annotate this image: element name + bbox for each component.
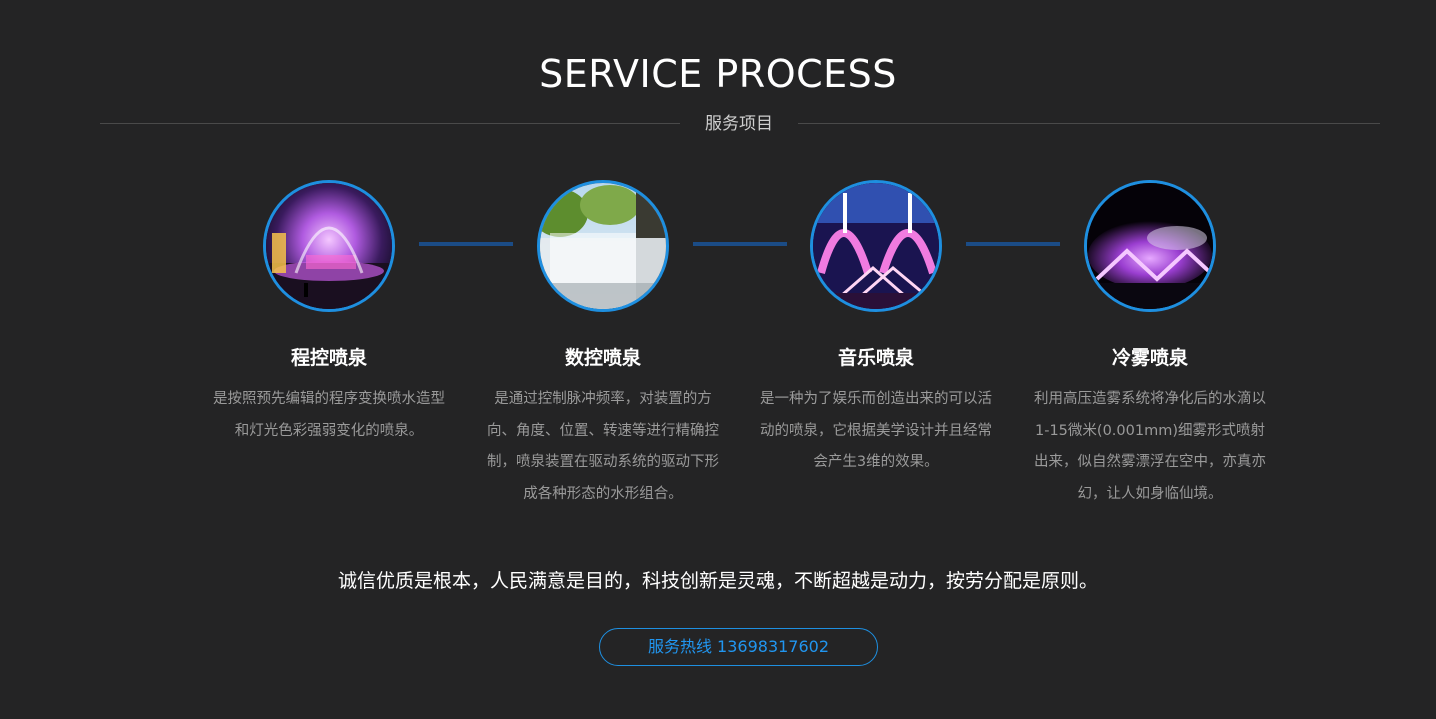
service-description: 利用高压造雾系统将净化后的水滴以1-15微米(0.001mm)细雾形式喷射出来，… [1034, 391, 1266, 502]
service-description: 是一种为了娱乐而创造出来的可以活动的喷泉，它根据美学设计并且经常会产生3维的效果… [760, 391, 992, 470]
service-process-section: SERVICE PROCESS 服务项目 程控喷泉 是按照预先编辑的程序变换喷水… [0, 0, 1436, 719]
process-connector [419, 242, 513, 246]
musical-light-fountain-photo [810, 180, 942, 312]
service-title: 音乐喷泉 [837, 347, 914, 369]
cold-mist-fountain-photo [1084, 180, 1216, 312]
service-hotline-button[interactable]: 服务热线 13698317602 [599, 628, 878, 666]
service-description: 是通过控制脉冲频率，对装置的方向、角度、位置、转速等进行精确控制，喷泉装置在驱动… [487, 391, 719, 502]
subtitle-row: 服务项目 [100, 112, 1380, 136]
divider-right [798, 123, 1380, 124]
service-description: 是按照预先编辑的程序变换喷水造型和灯光色彩强弱变化的喷泉。 [213, 391, 445, 439]
divider-left [100, 123, 680, 124]
process-connector [693, 242, 787, 246]
service-title: 数控喷泉 [564, 347, 641, 369]
service-title: 程控喷泉 [290, 347, 367, 369]
night-fountain-photo [263, 180, 395, 312]
section-subtitle: 服务项目 [705, 114, 773, 134]
company-motto: 诚信优质是根本，人民满意是目的，科技创新是灵魂，不断超越是动力，按劳分配是原则。 [337, 570, 1098, 592]
section-title: SERVICE PROCESS [539, 52, 897, 96]
service-title: 冷雾喷泉 [1111, 347, 1188, 369]
process-connector [966, 242, 1060, 246]
park-mist-fountain-photo [537, 180, 669, 312]
